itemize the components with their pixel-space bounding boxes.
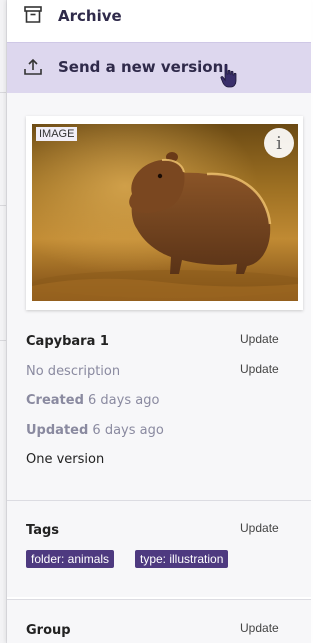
send-new-version-menu-item[interactable]: Send a new version — [7, 42, 311, 94]
upload-icon — [23, 57, 43, 77]
tag-chip[interactable]: folder: animals — [26, 550, 115, 568]
info-icon[interactable]: i — [264, 128, 294, 158]
media-preview-card: IMAGE i — [26, 116, 303, 310]
image-type-badge: IMAGE — [36, 127, 78, 141]
tags-title: Tags — [26, 523, 60, 538]
archive-label: Archive — [58, 7, 122, 25]
updated-row: Updated 6 days ago — [26, 423, 164, 438]
tag-chip[interactable]: type: illustration — [135, 550, 229, 568]
media-description: No description — [26, 364, 121, 379]
created-row: Created 6 days ago — [26, 393, 159, 408]
update-title-link[interactable]: Update — [240, 332, 279, 346]
update-description-link[interactable]: Update — [240, 362, 279, 376]
media-title: Capybara 1 — [26, 334, 109, 349]
send-new-version-label: Send a new version — [58, 58, 224, 76]
group-title: Group — [26, 623, 71, 638]
version-count: One version — [26, 452, 105, 467]
update-group-link[interactable]: Update — [240, 621, 279, 635]
media-detail-panel: Archive Send a new version IMAGE i Capyb… — [7, 0, 311, 643]
archive-menu-item[interactable]: Archive — [7, 0, 311, 34]
background-divider — [0, 92, 6, 93]
background-divider — [0, 340, 6, 341]
background-divider — [0, 205, 6, 206]
background-page-edge — [0, 0, 7, 643]
created-label: Created — [26, 393, 84, 408]
archive-box-icon — [23, 5, 43, 25]
tags-section — [7, 501, 311, 597]
capybara-image[interactable]: IMAGE i — [32, 124, 298, 301]
hand-cursor-icon — [220, 63, 238, 89]
update-tags-link[interactable]: Update — [240, 521, 279, 535]
created-value: 6 days ago — [88, 393, 160, 408]
panel-content: IMAGE i Capybara 1 Update No description… — [7, 93, 311, 643]
updated-label: Updated — [26, 423, 89, 438]
updated-value: 6 days ago — [92, 423, 164, 438]
